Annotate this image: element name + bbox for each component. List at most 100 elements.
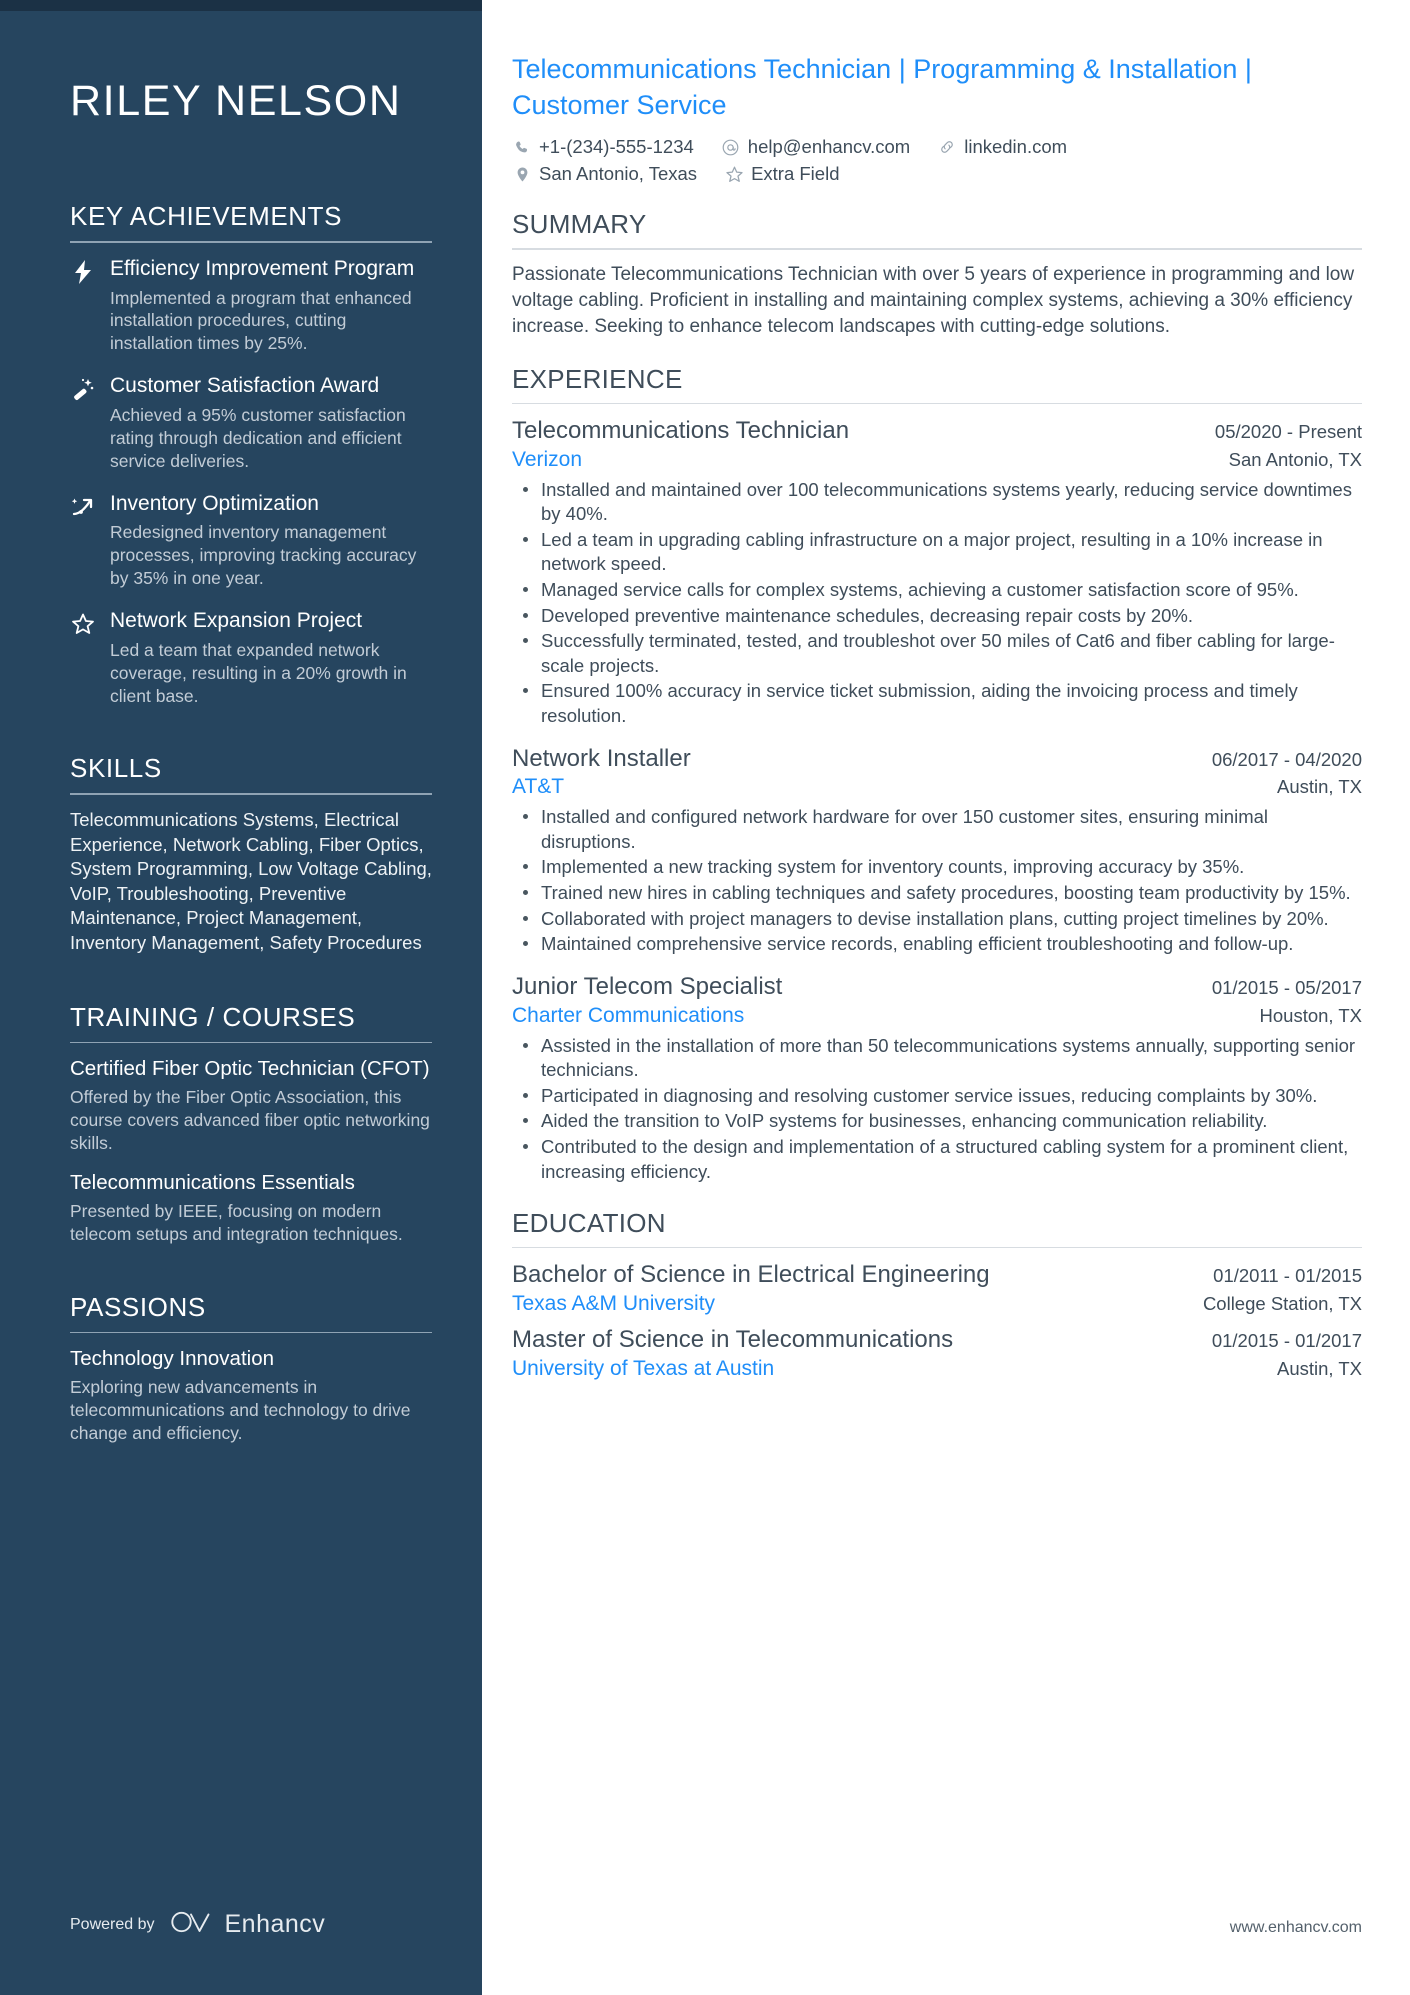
contact-email[interactable]: help@enhancv.com [721, 136, 910, 158]
degree-date: 01/2011 - 01/2015 [1213, 1265, 1362, 1287]
main-content: Telecommunications Technician | Programm… [482, 0, 1410, 1995]
bullet-text: Developed preventive maintenance schedul… [541, 604, 1193, 626]
job-date: 01/2015 - 05/2017 [1211, 976, 1362, 998]
bullet-item: Assisted in the installation of more tha… [512, 1034, 1362, 1083]
contact-row-primary: +1-(234)-555-1234 help@enhancv.com linke… [512, 136, 1362, 158]
bullet-item: Successfully terminated, tested, and tro… [512, 629, 1362, 678]
experience-entry: Junior Telecom Specialist 01/2015 - 05/2… [512, 972, 1362, 1184]
enhancv-logo-icon [170, 1910, 216, 1939]
bullet-dot-icon [523, 578, 530, 592]
at-icon [721, 137, 741, 157]
bullet-item: Participated in diagnosing and resolving… [512, 1084, 1362, 1109]
bullet-text: Maintained comprehensive service records… [541, 933, 1294, 955]
star-icon [70, 608, 96, 636]
enhancv-brand-label: Enhancv [224, 1910, 326, 1938]
school-location: Austin, TX [1276, 1357, 1362, 1379]
email-value: help@enhancv.com [747, 136, 911, 158]
bullet-text: Collaborated with project managers to de… [541, 907, 1329, 929]
divider [512, 1247, 1362, 1249]
education-entry: Master of Science in Telecommunications … [512, 1325, 1362, 1381]
link-value: linkedin.com [964, 136, 1068, 158]
divider [70, 793, 432, 795]
bullet-dot-icon [523, 528, 530, 542]
job-bullets: Installed and configured network hardwar… [512, 805, 1362, 957]
bullet-dot-icon [523, 1109, 530, 1124]
trend-arrow-icon [70, 491, 96, 519]
contact-extra-field: Extra Field [724, 163, 839, 185]
extra-field-value: Extra Field [751, 163, 840, 185]
job-title: Telecommunications Technician [512, 416, 850, 444]
bullet-text: Participated in diagnosing and resolving… [541, 1084, 1318, 1106]
degree-date: 01/2015 - 01/2017 [1211, 1330, 1362, 1352]
achievement-item: Efficiency Improvement Program Implement… [70, 256, 432, 355]
section-key-achievements: KEY ACHIEVEMENTS Efficiency Improvement … [70, 201, 432, 707]
course-description: Presented by IEEE, focusing on modern te… [70, 1200, 403, 1244]
job-title: Network Installer [512, 744, 691, 772]
job-bullets: Assisted in the installation of more tha… [512, 1034, 1362, 1185]
bullet-dot-icon [523, 604, 530, 618]
course-item: Telecommunications Essentials Presented … [70, 1170, 432, 1246]
achievement-description: Achieved a 95% customer satisfaction rat… [110, 404, 406, 471]
contact-phone[interactable]: +1-(234)-555-1234 [512, 136, 694, 158]
key-achievements-heading: KEY ACHIEVEMENTS [70, 201, 343, 232]
course-description: Offered by the Fiber Optic Association, … [70, 1086, 430, 1153]
location-value: San Antonio, Texas [539, 163, 698, 185]
resume-page: RILEY NELSON KEY ACHIEVEMENTS Efficiency… [0, 0, 1410, 1995]
job-company[interactable]: Charter Communications [512, 1004, 744, 1028]
bullet-dot-icon [523, 1084, 530, 1098]
school-name[interactable]: University of Texas at Austin [512, 1357, 774, 1381]
job-company[interactable]: Verizon [512, 448, 582, 472]
passion-description: Exploring new advancements in telecommun… [70, 1376, 411, 1444]
bullet-text: Implemented a new tracking system for in… [541, 856, 1245, 878]
summary-text: Passionate Telecommunications Technician… [512, 263, 1355, 337]
bullet-item: Implemented a new tracking system for in… [512, 855, 1362, 880]
professional-headline: Telecommunications Technician | Programm… [512, 54, 1252, 120]
education-entry: Bachelor of Science in Electrical Engine… [512, 1260, 1362, 1316]
achievement-item: Customer Satisfaction Award Achieved a 9… [70, 373, 432, 472]
course-title: Telecommunications Essentials [70, 1170, 355, 1194]
bullet-dot-icon [523, 629, 530, 644]
lightning-bolt-icon [70, 256, 96, 284]
contact-details: +1-(234)-555-1234 help@enhancv.com linke… [512, 136, 1362, 185]
bullet-item: Trained new hires in cabling techniques … [512, 881, 1362, 906]
magic-wand-icon [70, 373, 96, 401]
bullet-text: Installed and maintained over 100 teleco… [541, 478, 1352, 525]
school-name[interactable]: Texas A&M University [512, 1292, 715, 1316]
bullet-item: Led a team in upgrading cabling infrastr… [512, 528, 1362, 577]
bullet-dot-icon [523, 478, 530, 492]
achievement-title: Inventory Optimization [110, 491, 319, 515]
job-bullets: Installed and maintained over 100 teleco… [512, 478, 1362, 729]
section-passions: PASSIONS Technology Innovation Exploring… [70, 1292, 432, 1445]
divider [70, 1041, 432, 1043]
divider [70, 1331, 432, 1334]
contact-location: San Antonio, Texas [512, 163, 697, 185]
skills-heading: SKILLS [70, 753, 162, 784]
degree-title: Bachelor of Science in Electrical Engine… [512, 1261, 990, 1289]
bullet-dot-icon [523, 855, 530, 870]
bullet-text: Contributed to the design and implementa… [541, 1135, 1349, 1182]
education-heading: EDUCATION [512, 1208, 666, 1239]
section-summary: SUMMARY Passionate Telecommunications Te… [512, 209, 1362, 339]
section-training-courses: TRAINING / COURSES Certified Fiber Optic… [70, 1002, 432, 1246]
section-education: EDUCATION Bachelor of Science in Electri… [512, 1208, 1362, 1381]
course-item: Certified Fiber Optic Technician (CFOT) … [70, 1056, 432, 1155]
contact-link[interactable]: linkedin.com [937, 136, 1067, 158]
job-company[interactable]: AT&T [512, 775, 564, 799]
bullet-dot-icon [523, 932, 530, 947]
bullet-dot-icon [523, 805, 530, 820]
achievement-description: Redesigned inventory management processe… [110, 522, 417, 589]
job-title: Junior Telecom Specialist [512, 972, 783, 1000]
passions-heading: PASSIONS [70, 1291, 206, 1322]
bullet-dot-icon [523, 1034, 530, 1048]
achievement-title: Customer Satisfaction Award [110, 374, 380, 398]
bullet-text: Aided the transition to VoIP systems for… [541, 1110, 1268, 1132]
job-location: Austin, TX [1276, 776, 1362, 798]
passion-item: Technology Innovation Exploring new adva… [70, 1346, 432, 1445]
skills-list: Telecommunications Systems, Electrical E… [70, 808, 432, 953]
degree-title: Master of Science in Telecommunications [512, 1326, 954, 1354]
bullet-text: Assisted in the installation of more tha… [541, 1034, 1356, 1081]
powered-by-label: Powered by [70, 1915, 155, 1933]
achievement-title: Efficiency Improvement Program [110, 256, 415, 280]
link-icon [937, 137, 957, 157]
divider [70, 241, 432, 243]
